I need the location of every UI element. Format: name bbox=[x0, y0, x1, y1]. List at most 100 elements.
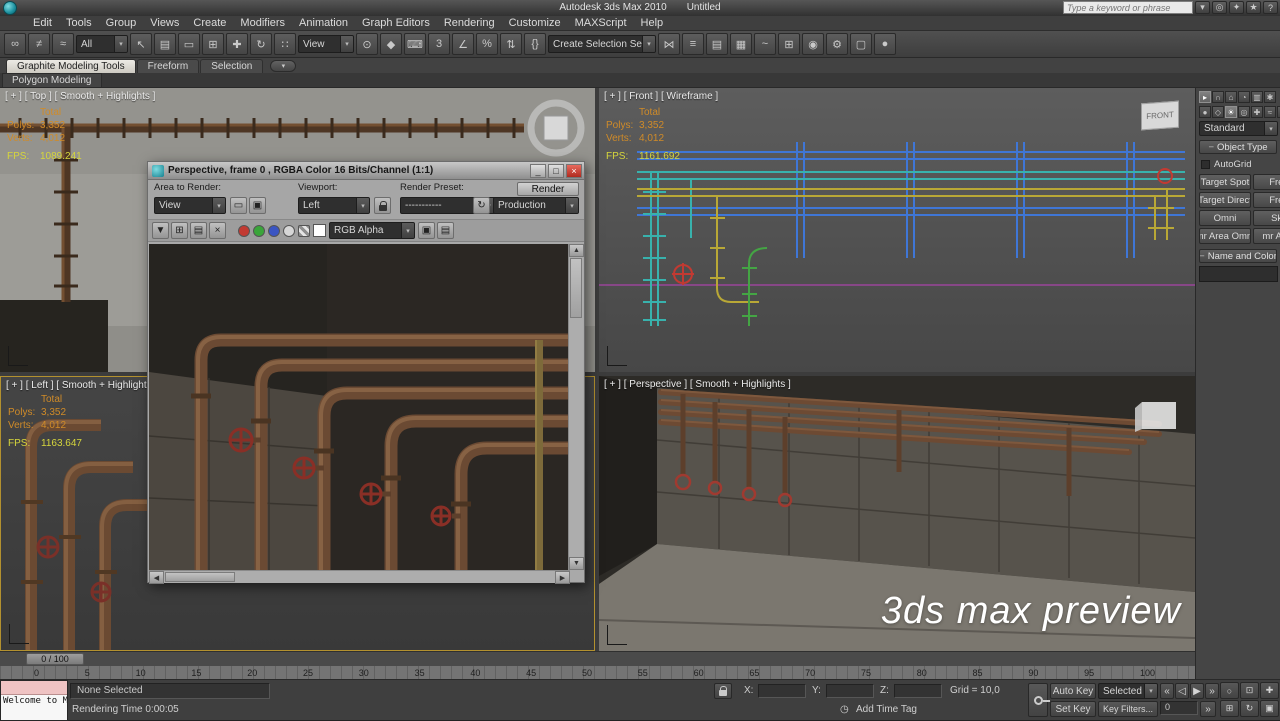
auto-key-button[interactable]: Auto Key bbox=[1050, 683, 1096, 699]
spinner-snap-icon[interactable]: ⇅ bbox=[500, 33, 522, 55]
select-and-link-icon[interactable]: ∞ bbox=[4, 33, 26, 55]
select-and-move-icon[interactable]: ✚ bbox=[226, 33, 248, 55]
edit-region-icon[interactable]: ▭ bbox=[230, 197, 247, 214]
timeline-tick-label[interactable]: 30 bbox=[359, 668, 369, 678]
viewcube[interactable]: FRONT bbox=[1141, 100, 1179, 131]
selection-set-key-dropdown[interactable]: Selected bbox=[1098, 683, 1158, 699]
maxscript-mini-listener[interactable]: Welcome to M. bbox=[0, 680, 68, 721]
material-editor-icon[interactable]: ◉ bbox=[802, 33, 824, 55]
bind-to-space-warp-icon[interactable]: ≈ bbox=[52, 33, 74, 55]
rendered-frame-window-icon[interactable]: ▢ bbox=[850, 33, 872, 55]
timeline-tick-label[interactable]: 10 bbox=[136, 668, 146, 678]
light-type-button[interactable]: Target Spot bbox=[1199, 174, 1251, 190]
selection-filter-dropdown[interactable]: All bbox=[76, 35, 128, 53]
vertical-scroll-thumb[interactable] bbox=[570, 258, 582, 318]
y-coordinate-field[interactable] bbox=[826, 684, 874, 698]
viewport-perspective[interactable]: [ + ] [ Perspective ] [ Smooth + Highlig… bbox=[599, 376, 1195, 651]
search-dropdown-icon[interactable]: ▾ bbox=[1195, 1, 1210, 14]
menu-item[interactable]: Customize bbox=[502, 16, 568, 31]
helpers-category-icon[interactable]: ✚ bbox=[1251, 106, 1263, 118]
zoom-icon[interactable]: ○ bbox=[1220, 682, 1239, 699]
horizontal-scrollbar[interactable]: ◀ ▶ bbox=[149, 570, 570, 584]
menu-item[interactable]: Rendering bbox=[437, 16, 502, 31]
select-and-scale-icon[interactable]: ∷ bbox=[274, 33, 296, 55]
timeline-tick-label[interactable]: 75 bbox=[861, 668, 871, 678]
menu-item[interactable]: Create bbox=[186, 16, 233, 31]
render-button[interactable]: Render bbox=[517, 182, 579, 196]
viewport-left-label[interactable]: [ + ] [ Left ] [ Smooth + Highlights ] bbox=[6, 380, 157, 391]
viewport-top-label[interactable]: [ + ] [ Top ] [ Smooth + Highlights ] bbox=[5, 91, 155, 102]
menu-item[interactable]: Help bbox=[634, 16, 671, 31]
orbit-icon[interactable]: ↻ bbox=[1240, 700, 1259, 717]
viewport-front[interactable]: [ + ] [ Front ] [ Wireframe ] Total Poly… bbox=[599, 88, 1195, 372]
timeline-tick-label[interactable]: 50 bbox=[582, 668, 592, 678]
vfb-extra-button-2[interactable]: ▤ bbox=[437, 222, 454, 239]
graphite-ribbon-toggle-icon[interactable]: ▦ bbox=[730, 33, 752, 55]
background-color-swatch[interactable] bbox=[313, 224, 326, 237]
maximize-viewport-toggle-icon[interactable]: ▣ bbox=[1260, 700, 1279, 717]
viewport-front-label[interactable]: [ + ] [ Front ] [ Wireframe ] bbox=[604, 91, 718, 102]
menu-item[interactable]: MAXScript bbox=[568, 16, 634, 31]
clone-window-icon[interactable]: ⊞ bbox=[171, 222, 188, 239]
shapes-category-icon[interactable]: ◇ bbox=[1212, 106, 1224, 118]
scroll-up-icon[interactable]: ▲ bbox=[569, 244, 584, 257]
render-production-icon[interactable]: ● bbox=[874, 33, 896, 55]
align-icon[interactable]: ≡ bbox=[682, 33, 704, 55]
listener-pane[interactable]: Welcome to M. bbox=[1, 695, 67, 720]
menu-item[interactable]: Edit bbox=[26, 16, 59, 31]
lights-category-icon[interactable]: ☀ bbox=[1225, 106, 1237, 118]
macro-recorder-pane[interactable] bbox=[1, 681, 67, 695]
timeline-tick-label[interactable]: 35 bbox=[415, 668, 425, 678]
layer-manager-icon[interactable]: ▤ bbox=[706, 33, 728, 55]
render-window-titlebar[interactable]: Perspective, frame 0 , RGBA Color 16 Bit… bbox=[148, 162, 584, 180]
display-tab-icon[interactable]: ▥ bbox=[1251, 91, 1263, 103]
selection-lock-toggle[interactable] bbox=[714, 683, 732, 699]
timeline-tick-label[interactable]: 70 bbox=[805, 668, 815, 678]
set-key-mode-button[interactable] bbox=[1028, 683, 1050, 717]
play-button[interactable]: ▶ bbox=[1190, 683, 1204, 699]
timeline-tick-label[interactable]: 80 bbox=[917, 668, 927, 678]
named-selection-sets-dropdown[interactable]: Create Selection Se bbox=[548, 35, 656, 53]
timeline-tick-label[interactable]: 5 bbox=[85, 668, 90, 678]
autogrid-checkbox[interactable] bbox=[1201, 159, 1210, 169]
key-filters-button[interactable]: Key Filters... bbox=[1098, 701, 1158, 717]
menu-item[interactable]: Tools bbox=[59, 16, 99, 31]
scroll-right-icon[interactable]: ▶ bbox=[555, 571, 570, 584]
render-setup-icon[interactable]: ⚙ bbox=[826, 33, 848, 55]
timeline-tick-label[interactable]: 90 bbox=[1028, 668, 1038, 678]
current-frame-field[interactable]: 0 bbox=[1160, 701, 1198, 715]
light-type-dropdown[interactable]: Standard bbox=[1199, 121, 1278, 136]
light-type-button[interactable]: Omni bbox=[1199, 210, 1251, 226]
timeline-tick-label[interactable]: 40 bbox=[470, 668, 480, 678]
go-to-end-frame-button[interactable]: » bbox=[1200, 701, 1216, 717]
lock-viewport-icon[interactable] bbox=[374, 197, 391, 214]
timeline-tick-label[interactable]: 0 bbox=[34, 668, 39, 678]
light-type-button[interactable]: Sky bbox=[1253, 210, 1280, 226]
schematic-view-icon[interactable]: ⊞ bbox=[778, 33, 800, 55]
zoom-region-icon[interactable]: ⊞ bbox=[1220, 700, 1239, 717]
red-channel-icon[interactable] bbox=[238, 224, 250, 237]
select-object-icon[interactable]: ↖ bbox=[130, 33, 152, 55]
geometry-category-icon[interactable]: ● bbox=[1199, 106, 1211, 118]
previous-frame-button[interactable]: ◁ bbox=[1175, 683, 1189, 699]
curve-editor-icon[interactable]: ~ bbox=[754, 33, 776, 55]
create-tab-icon[interactable]: ▸ bbox=[1199, 91, 1211, 103]
timeline-tick-label[interactable]: 60 bbox=[694, 668, 704, 678]
reference-coordinate-dropdown[interactable]: View bbox=[298, 35, 354, 53]
monochrome-channel-icon[interactable] bbox=[283, 224, 295, 237]
use-pivot-point-icon[interactable]: ⊙ bbox=[356, 33, 378, 55]
render-history-icon[interactable]: ↻ bbox=[473, 197, 490, 214]
select-and-manipulate-icon[interactable]: ◆ bbox=[380, 33, 402, 55]
x-coordinate-field[interactable] bbox=[758, 684, 806, 698]
scroll-down-icon[interactable]: ▼ bbox=[569, 557, 584, 570]
viewport-perspective-label[interactable]: [ + ] [ Perspective ] [ Smooth + Highlig… bbox=[604, 379, 791, 390]
save-image-icon[interactable]: ▼ bbox=[152, 222, 169, 239]
timeline-tick-label[interactable]: 25 bbox=[303, 668, 313, 678]
track-bar[interactable]: 0 / 100 bbox=[0, 651, 1195, 665]
ribbon-minimize-button[interactable]: ▾ bbox=[270, 60, 297, 72]
vfb-extra-button-1[interactable]: ▣ bbox=[418, 222, 435, 239]
help-icon[interactable]: ? bbox=[1263, 1, 1278, 14]
unlink-selection-icon[interactable]: ≠ bbox=[28, 33, 50, 55]
restore-button[interactable]: □ bbox=[548, 163, 564, 178]
menu-item[interactable]: Graph Editors bbox=[355, 16, 437, 31]
